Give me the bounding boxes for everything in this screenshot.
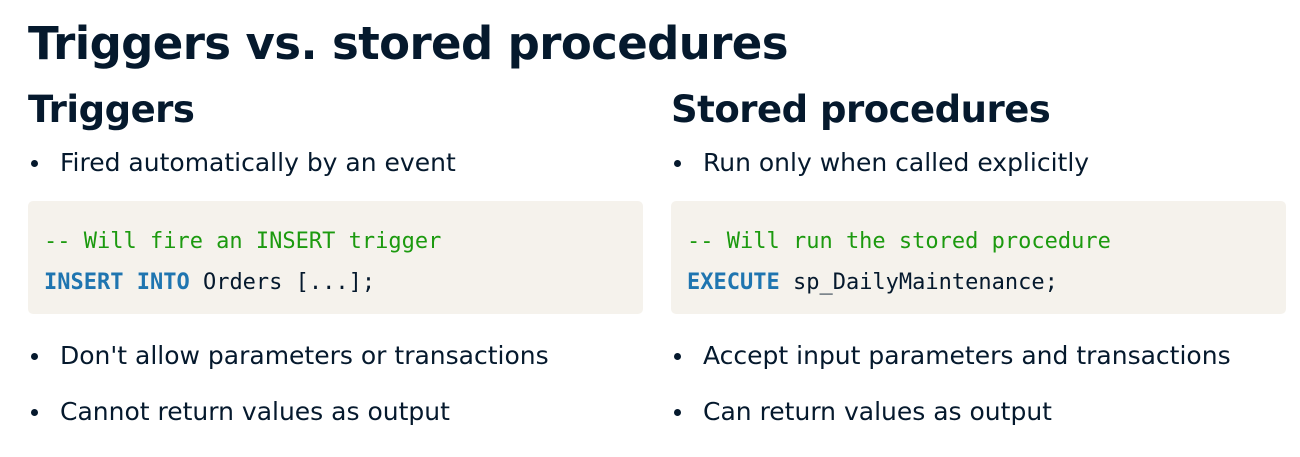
stored-procedures-top-bullets: Run only when called explicitly [671,146,1286,180]
triggers-code-block: -- Will fire an INSERT trigger INSERT IN… [28,201,643,314]
bullet-dot-icon [674,409,681,416]
code-keyword: EXECUTE [687,270,780,295]
stored-procedures-code-block: -- Will run the stored procedure EXECUTE… [671,201,1286,314]
bullet-item: Can return values as output [671,395,1286,429]
bullet-dot-icon [31,409,38,416]
triggers-heading: Triggers [28,88,195,131]
triggers-bottom-bullets: Don't allow parameters or transactions C… [28,339,643,429]
triggers-top-bullets: Fired automatically by an event [28,146,643,180]
code-keyword: INSERT INTO [44,270,190,295]
bullet-dot-icon [674,160,681,167]
bullet-item: Run only when called explicitly [671,146,1286,180]
stored-procedures-bottom-bullets: Accept input parameters and transactions… [671,339,1286,429]
bullet-item: Cannot return values as output [28,395,643,429]
bullet-text: Don't allow parameters or transactions [60,341,549,370]
stored-procedures-column: Stored procedures Run only when called e… [671,86,1286,429]
code-comment: -- Will fire an INSERT trigger [44,229,442,254]
bullet-item: Fired automatically by an event [28,146,643,180]
bullet-dot-icon [31,353,38,360]
code-text: sp_DailyMaintenance; [779,270,1058,295]
code-text: Orders [...]; [189,270,376,295]
triggers-column: Triggers Fired automatically by an event… [28,86,643,429]
bullet-text: Run only when called explicitly [703,148,1090,177]
code-statement: EXECUTE sp_DailyMaintenance; [687,262,1286,303]
code-statement: INSERT INTO Orders [...]; [44,262,643,303]
bullet-item: Accept input parameters and transactions [671,339,1286,373]
bullet-text: Cannot return values as output [60,397,450,426]
bullet-dot-icon [674,353,681,360]
bullet-text: Fired automatically by an event [60,148,456,177]
slide: Triggers vs. stored procedures Triggers … [0,0,1300,457]
stored-procedures-heading: Stored procedures [671,88,1051,131]
page-title: Triggers vs. stored procedures [28,17,789,70]
code-comment: -- Will run the stored procedure [687,229,1111,254]
bullet-text: Accept input parameters and transactions [703,341,1231,370]
bullet-dot-icon [31,160,38,167]
bullet-text: Can return values as output [703,397,1052,426]
bullet-item: Don't allow parameters or transactions [28,339,643,373]
